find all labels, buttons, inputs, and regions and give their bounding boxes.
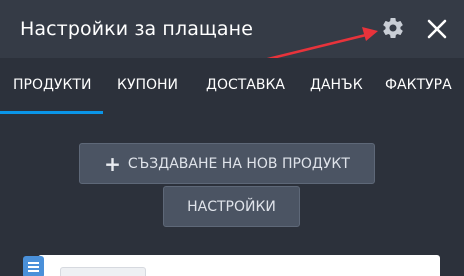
tab-bar: ПРОДУКТИ КУПОНИ ДОСТАВКА ДАНЪК ФАКТУРА — [0, 58, 464, 114]
gear-icon[interactable] — [381, 16, 405, 40]
tab-coupons[interactable]: КУПОНИ — [117, 77, 178, 93]
add-product-button[interactable]: + СЪЗДАВАНЕ НА НОВ ПРОДУКТ — [79, 143, 375, 184]
tab-invoice[interactable]: ФАКТУРА — [385, 77, 452, 93]
page-title: Настройки за плащане — [20, 18, 253, 40]
settings-label: НАСТРОЙКИ — [187, 198, 276, 215]
payment-settings-window: Настройки за плащане ПРОДУКТИ КУПОНИ ДОС… — [0, 0, 464, 276]
list-icon[interactable] — [23, 256, 44, 276]
tab-products[interactable]: ПРОДУКТИ — [13, 77, 91, 93]
tab-tax[interactable]: ДАНЪК — [310, 77, 363, 93]
close-icon[interactable] — [422, 14, 452, 44]
tab-shipping[interactable]: ДОСТАВКА — [206, 77, 285, 93]
product-list-item — [60, 267, 146, 276]
header-bar: Настройки за плащане — [0, 0, 464, 58]
add-product-label: СЪЗДАВАНЕ НА НОВ ПРОДУКТ — [127, 155, 350, 172]
plus-icon: + — [104, 151, 121, 176]
active-tab-indicator — [0, 111, 103, 114]
settings-button[interactable]: НАСТРОЙКИ — [163, 186, 300, 227]
